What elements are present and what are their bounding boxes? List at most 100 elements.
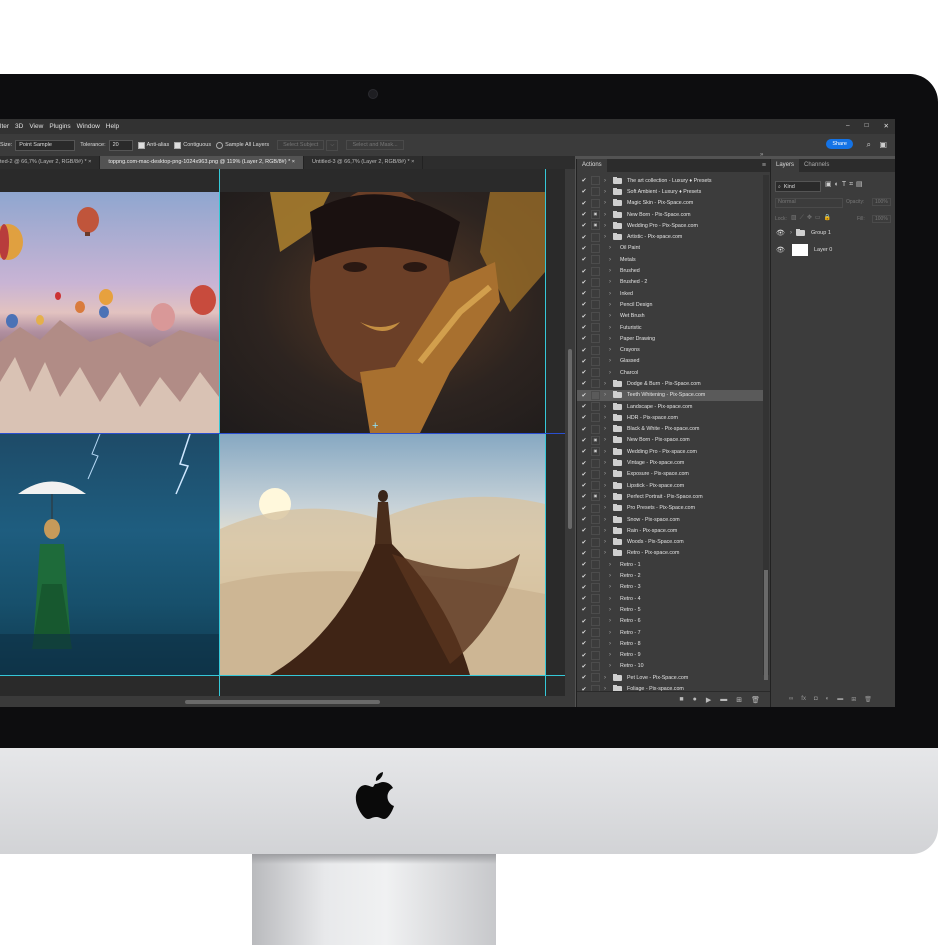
toggle-check-icon[interactable]: ✔ (580, 268, 588, 275)
chevron-right-icon[interactable]: › (604, 449, 610, 455)
action-row[interactable]: ✔ › Landscape - Pix-space.com (577, 401, 763, 412)
dialog-toggle-icon[interactable] (591, 289, 600, 299)
dialog-toggle-icon[interactable] (591, 537, 600, 547)
action-row[interactable]: ✔ › Crayons (577, 344, 763, 355)
action-row[interactable]: ✔ › Charcol (577, 367, 763, 378)
chevron-right-icon[interactable]: › (604, 550, 610, 556)
chevron-right-icon[interactable]: › (604, 528, 610, 534)
tab-document-1[interactable]: ted-2 @ 66,7% (Layer 2, RGB/8#) * × (0, 156, 101, 169)
action-row[interactable]: ✔ › Dodge & Burn - Pix-Space.com (577, 378, 763, 389)
dialog-toggle-icon[interactable] (591, 650, 600, 660)
toggle-check-icon[interactable]: ✔ (580, 573, 588, 580)
dialog-toggle-icon[interactable] (591, 176, 600, 186)
dialog-toggle-icon[interactable] (591, 571, 600, 581)
dialog-toggle-icon[interactable] (591, 334, 600, 344)
action-row[interactable]: ✔ › Teeth Whitening - Pix-Space.com (577, 389, 763, 401)
dialog-toggle-icon[interactable] (591, 232, 600, 242)
toggle-check-icon[interactable]: ✔ (580, 414, 588, 421)
scroll-thumb[interactable] (568, 349, 572, 529)
dialog-toggle-icon[interactable] (591, 198, 600, 208)
toggle-check-icon[interactable]: ✔ (580, 358, 588, 365)
toggle-check-icon[interactable]: ✔ (580, 380, 588, 387)
toggle-check-icon[interactable]: ✔ (580, 256, 588, 263)
chevron-right-icon[interactable]: › (604, 234, 610, 240)
action-row[interactable]: ✔ › Vintage - Pix-space.com (577, 457, 763, 468)
share-button[interactable]: Share (826, 139, 853, 149)
action-row[interactable]: ✔ › Retro - 1 (577, 559, 763, 570)
menu-view[interactable]: View (29, 123, 43, 130)
toggle-check-icon[interactable]: ✔ (580, 516, 588, 523)
toggle-check-icon[interactable]: ✔ (580, 347, 588, 354)
toggle-check-icon[interactable]: ✔ (580, 471, 588, 478)
dialog-toggle-icon[interactable] (591, 548, 600, 558)
action-row[interactable]: ✔ › Snow - Pix-space.com (577, 514, 763, 525)
dialog-toggle-icon[interactable] (591, 323, 600, 332)
scroll-thumb[interactable] (185, 700, 380, 704)
menu-3d[interactable]: 3D (15, 123, 23, 130)
contiguous-checkbox[interactable]: Contiguous (174, 141, 211, 149)
toggle-check-icon[interactable]: ✔ (580, 663, 588, 670)
chevron-right-icon[interactable]: › (604, 437, 610, 443)
workspace-icon[interactable]: ▣ (879, 140, 887, 149)
toggle-check-icon[interactable]: ✔ (580, 369, 588, 376)
dialog-toggle-icon[interactable] (591, 526, 600, 536)
toggle-check-icon[interactable]: ✔ (580, 595, 588, 602)
toggle-check-icon[interactable]: ✔ (580, 426, 588, 433)
chevron-right-icon[interactable]: › (604, 539, 610, 545)
dialog-toggle-icon[interactable] (591, 266, 600, 276)
menu-window[interactable]: Window (77, 123, 100, 130)
toggle-check-icon[interactable]: ✔ (580, 301, 588, 308)
dialog-toggle-icon[interactable] (591, 255, 600, 265)
antialias-checkbox[interactable]: Anti-alias (137, 141, 169, 149)
dialog-toggle-icon[interactable] (591, 277, 600, 287)
chevron-right-icon[interactable]: › (604, 494, 610, 500)
toggle-check-icon[interactable]: ✔ (580, 403, 588, 410)
chevron-right-icon[interactable]: › (604, 392, 610, 398)
action-row[interactable]: ✔ › Glassed (577, 356, 763, 367)
lock-icons[interactable]: ▨⟋✥▭🔒 (791, 214, 834, 222)
toggle-check-icon[interactable]: ✔ (580, 550, 588, 557)
action-row[interactable]: ✔ › Pet Love - Pix-Space.com (577, 672, 763, 683)
action-row[interactable]: ✔ › Oil Paint (577, 243, 763, 254)
dialog-toggle-icon[interactable]: ▣ (591, 210, 600, 220)
size-dropdown[interactable]: Point Sample (15, 139, 76, 151)
menu-help[interactable]: Help (106, 123, 119, 130)
dialog-toggle-icon[interactable] (591, 311, 600, 321)
toggle-check-icon[interactable]: ✔ (580, 245, 588, 252)
chevron-right-icon[interactable]: › (604, 381, 610, 387)
action-row[interactable]: ✔ › Retro - 2 (577, 570, 763, 581)
action-row[interactable]: ✔ › Brushed - 2 (577, 277, 763, 288)
chevron-right-icon[interactable]: › (609, 562, 615, 568)
dialog-toggle-icon[interactable] (591, 582, 600, 592)
dialog-toggle-icon[interactable] (591, 356, 600, 366)
toggle-check-icon[interactable]: ✔ (580, 652, 588, 659)
link-icon[interactable]: ∞ (789, 696, 793, 702)
action-row[interactable]: ✔ › Woods - Pix-Space.com (577, 537, 763, 548)
chevron-right-icon[interactable]: › (604, 189, 610, 195)
action-row[interactable]: ✔ › Magic Skin - Pix-Space.com (577, 198, 763, 209)
toggle-check-icon[interactable]: ✔ (580, 279, 588, 286)
chevron-right-icon[interactable]: › (609, 347, 615, 353)
eye-icon[interactable]: 👁 (776, 246, 786, 254)
chevron-right-icon[interactable]: › (609, 313, 615, 319)
toggle-check-icon[interactable]: ✔ (580, 211, 588, 218)
toggle-check-icon[interactable]: ✔ (580, 618, 588, 625)
dialog-toggle-icon[interactable] (591, 379, 600, 389)
search-icon[interactable]: ⌕ (867, 140, 871, 150)
toggle-check-icon[interactable]: ✔ (580, 606, 588, 613)
filter-icons[interactable]: ▣◐T⌗▤ (825, 180, 866, 189)
chevron-right-icon[interactable]: › (609, 245, 615, 251)
dialog-toggle-icon[interactable] (591, 390, 600, 400)
actions-scrollbar[interactable] (763, 175, 769, 680)
action-row[interactable]: ✔ › Retro - 8 (577, 638, 763, 649)
toggle-check-icon[interactable]: ✔ (580, 584, 588, 591)
toggle-check-icon[interactable]: ✔ (580, 505, 588, 512)
select-and-mask-button[interactable]: Select and Mask... (346, 140, 404, 150)
dialog-toggle-icon[interactable] (591, 616, 600, 626)
chevron-right-icon[interactable]: › (604, 471, 610, 477)
action-row[interactable]: ✔ › Brushed (577, 265, 763, 276)
action-row[interactable]: ✔ › Rain - Pix-space.com (577, 525, 763, 536)
toggle-check-icon[interactable]: ✔ (580, 460, 588, 467)
action-row[interactable]: ✔ › Retro - 4 (577, 593, 763, 604)
new-layer-icon[interactable]: ⊞ (851, 696, 856, 703)
